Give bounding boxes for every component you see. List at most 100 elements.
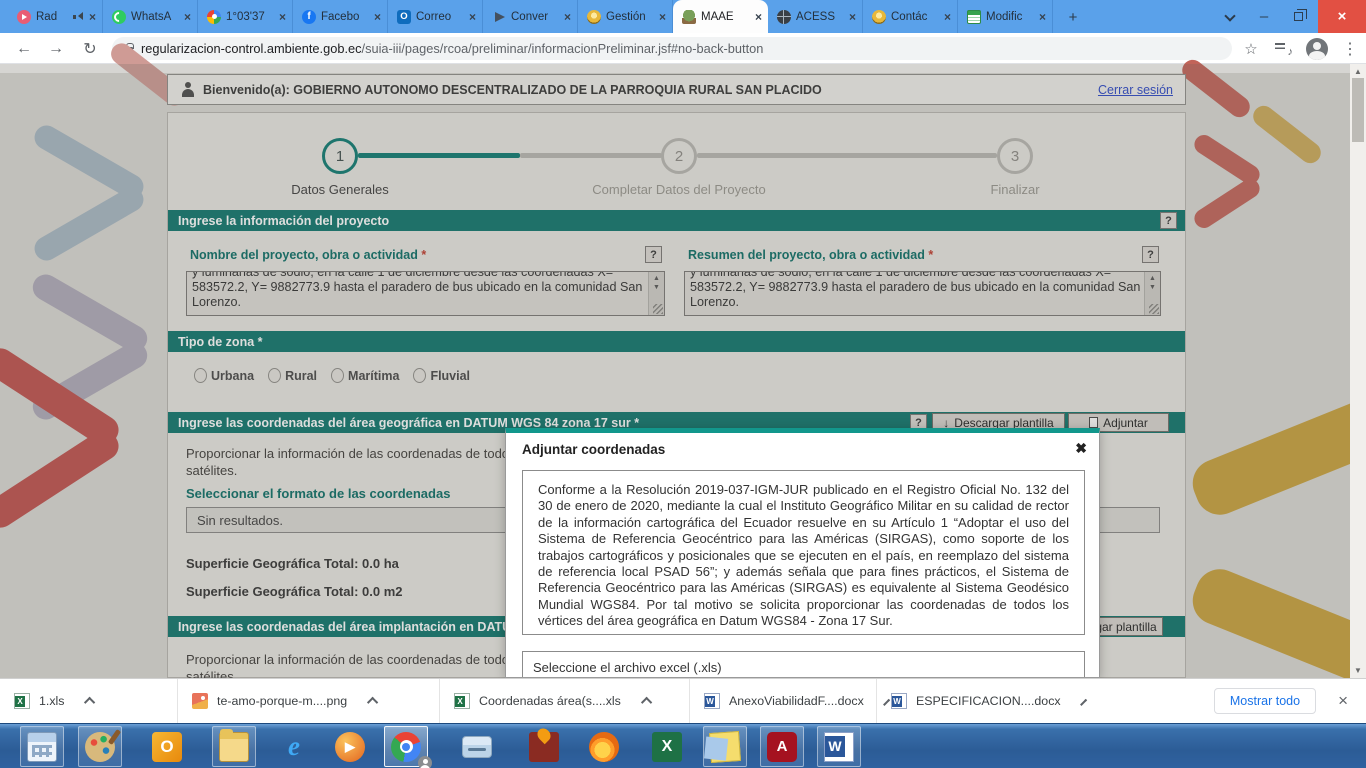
zona-radio-group: Urbana Rural Marítima Fluvial (194, 368, 470, 383)
download-item[interactable]: X Coordenadas área(s....xls (440, 679, 690, 723)
taskbar-chrome-icon[interactable] (384, 726, 428, 767)
tab-radio[interactable]: Rad × (8, 0, 103, 33)
url-text[interactable]: regularizacion-control.ambiente.gob.ec/s… (141, 41, 763, 56)
tab-maae-active[interactable]: MAAE × (673, 0, 768, 33)
radio-icon[interactable] (331, 368, 344, 383)
scroll-down-icon[interactable]: ▼ (1350, 666, 1366, 675)
new-tab-button[interactable]: + (1062, 6, 1084, 28)
taskbar-internet-explorer-icon[interactable]: e (272, 726, 316, 767)
taskbar-calculator-icon[interactable] (20, 726, 64, 767)
wizard-step-1[interactable]: 1 (322, 138, 358, 174)
taskbar-sticky-notes-icon[interactable] (703, 726, 747, 767)
bookmark-star-icon[interactable]: ☆ (1238, 33, 1264, 64)
profile-avatar[interactable] (1302, 33, 1332, 64)
download-item[interactable]: X 1.xls (0, 679, 178, 723)
radio-maritima[interactable]: Marítima (331, 368, 399, 383)
back-icon[interactable]: ← (10, 33, 38, 64)
chevron-up-icon[interactable] (84, 697, 95, 708)
scrollbar-thumb[interactable] (1352, 78, 1364, 142)
resize-grip-icon[interactable] (653, 304, 663, 314)
reload-icon[interactable]: ↻ (76, 33, 104, 64)
radio-icon[interactable] (413, 368, 426, 383)
taskbar-outlook-icon[interactable]: O (145, 726, 189, 767)
resize-grip-icon[interactable] (1149, 304, 1159, 314)
tab-close-icon[interactable]: × (89, 11, 96, 23)
dialog-close-icon[interactable]: ✖ (1075, 440, 1087, 457)
radio-rural[interactable]: Rural (268, 368, 317, 383)
taskbar-acrobat-icon[interactable]: A (760, 726, 804, 767)
nombre-textarea[interactable]: y luminarias de sodio, en la calle 1 de … (186, 271, 665, 316)
tab-close-icon[interactable]: × (944, 11, 951, 23)
tab-contacto[interactable]: Contác × (863, 0, 958, 33)
window-restore-button[interactable] (1282, 0, 1314, 33)
tab-close-icon[interactable]: × (659, 11, 666, 23)
chevron-up-icon[interactable] (367, 697, 378, 708)
show-all-downloads-button[interactable]: Mostrar todo (1214, 688, 1316, 714)
tab-gestion[interactable]: Gestión × (578, 0, 673, 33)
superficie-m2: Superficie Geográfica Total: 0.0 m2 (186, 584, 403, 599)
tab-close-icon[interactable]: × (1039, 11, 1046, 23)
tab-close-icon[interactable]: × (374, 11, 381, 23)
radio-icon[interactable] (194, 368, 207, 383)
ecuador-emblem-icon (872, 10, 886, 24)
media-control-icon[interactable]: ♪ (1270, 33, 1296, 64)
wizard-step-2[interactable]: 2 (661, 138, 697, 174)
taskbar-scanner-icon[interactable] (455, 726, 499, 767)
help-button[interactable]: ? (1160, 212, 1177, 229)
address-bar[interactable]: regularizacion-control.ambiente.gob.ec/s… (112, 37, 1232, 60)
windows-taskbar: O e ▶ X A W Dirección ↻ ▲ ⚑ 12:07 02/03/… (0, 723, 1366, 768)
forward-icon[interactable]: → (42, 33, 70, 64)
taskbar-excel-icon[interactable]: X (645, 726, 689, 767)
tab-close-icon[interactable]: × (469, 11, 476, 23)
tab-acess[interactable]: ACESS × (768, 0, 863, 33)
tab-modificacion[interactable]: Modific × (958, 0, 1053, 33)
window-minimize-button[interactable]: – (1248, 0, 1280, 33)
user-icon (180, 82, 195, 97)
tab-close-icon[interactable]: × (184, 11, 191, 23)
browser-menu-icon[interactable]: ⋮ (1338, 33, 1362, 64)
scroll-up-icon[interactable]: ▲ (1350, 67, 1366, 76)
tab-facebook[interactable]: f Facebo × (293, 0, 388, 33)
file-select-box[interactable]: Seleccione el archivo excel (.xls) (522, 651, 1085, 678)
tab-conver[interactable]: Conver × (483, 0, 578, 33)
taskbar-explorer-icon[interactable] (212, 726, 256, 767)
wizard-label-finalizar: Finalizar (965, 182, 1065, 197)
wizard-line (520, 153, 662, 158)
tab-close-icon[interactable]: × (279, 11, 286, 23)
ecuador-emblem-icon (587, 10, 601, 24)
section-info-header: Ingrese la información del proyecto ? (168, 210, 1185, 231)
tab-close-icon[interactable]: × (564, 11, 571, 23)
taskbar-word-icon[interactable]: W (817, 726, 861, 767)
taskbar-firefox-icon[interactable] (582, 726, 626, 767)
taskbar-media-player-icon[interactable]: ▶ (328, 726, 372, 767)
tab-whatsapp[interactable]: WhatsA × (103, 0, 198, 33)
help-button[interactable]: ? (1142, 246, 1159, 263)
whatsapp-icon (112, 10, 126, 24)
excel-file-icon: X (454, 693, 470, 709)
dialog-body-text: Conforme a la Resolución 2019-037-IGM-JU… (522, 470, 1085, 635)
download-item[interactable]: W AnexoViabilidadF....docx (690, 679, 877, 723)
window-close-button[interactable]: × (1318, 0, 1366, 33)
download-item[interactable]: te-amo-porque-m....png (178, 679, 440, 723)
taskbar-nero-icon[interactable] (522, 726, 566, 767)
downloads-bar-close-icon[interactable]: × (1338, 691, 1348, 711)
tree-icon (682, 10, 696, 24)
tab-correo[interactable]: O Correo × (388, 0, 483, 33)
radio-fluvial[interactable]: Fluvial (413, 368, 470, 383)
wizard-label-datos-generales: Datos Generales (270, 182, 410, 197)
taskbar-paint-icon[interactable] (78, 726, 122, 767)
tab-close-icon[interactable]: × (755, 11, 762, 23)
adjuntar-coordenadas-dialog: Adjuntar coordenadas ✖ Conforme a la Res… (505, 428, 1100, 678)
page-scrollbar[interactable]: ▲ ▼ (1350, 64, 1366, 678)
chevron-up-icon[interactable] (641, 697, 652, 708)
resumen-textarea[interactable]: y luminarias de sodio, en la calle 1 de … (684, 271, 1161, 316)
tab-search-chevron-icon[interactable] (1224, 10, 1235, 21)
tab-close-icon[interactable]: × (849, 11, 856, 23)
help-button[interactable]: ? (645, 246, 662, 263)
tab-maps[interactable]: 1°03'37 × (198, 0, 293, 33)
download-item[interactable]: W ESPECIFICACION....docx (877, 679, 1062, 723)
wizard-step-3[interactable]: 3 (997, 138, 1033, 174)
radio-urbana[interactable]: Urbana (194, 368, 254, 383)
radio-icon[interactable] (268, 368, 281, 383)
logout-link[interactable]: Cerrar sesión (1098, 83, 1173, 97)
